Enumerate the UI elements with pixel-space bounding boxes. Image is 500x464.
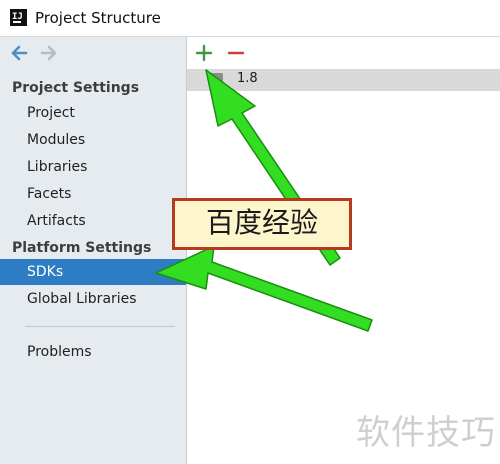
window-titlebar: IJ Project Structure (0, 0, 500, 37)
jdk-folder-icon (209, 73, 223, 87)
back-arrow-icon[interactable] (8, 42, 30, 64)
project-settings-header: Project Settings (12, 80, 140, 96)
annotation-callout: 百度经验 (172, 198, 352, 250)
sidebar-divider (25, 326, 175, 327)
sidebar-item-libraries[interactable]: Libraries (0, 154, 186, 180)
watermark: 软件技巧 (356, 413, 496, 453)
sdk-toolbar (187, 37, 500, 69)
sidebar-item-sdks[interactable]: SDKs (0, 259, 186, 285)
sidebar-item-problems[interactable]: Problems (0, 339, 186, 365)
sidebar-item-artifacts[interactable]: Artifacts (0, 208, 186, 234)
sidebar: Project Settings Project Modules Librari… (0, 37, 187, 464)
sdk-name: 1.8 (237, 71, 258, 86)
sidebar-item-modules[interactable]: Modules (0, 127, 186, 153)
minus-icon[interactable] (225, 42, 247, 64)
plus-icon[interactable] (193, 42, 215, 64)
window-title: Project Structure (35, 9, 161, 27)
sdk-list-row[interactable]: 1.8 (187, 69, 500, 91)
sdk-panel: 1.8 (187, 37, 500, 464)
intellij-logo-icon: IJ (10, 9, 27, 26)
sidebar-item-facets[interactable]: Facets (0, 181, 186, 207)
platform-settings-header: Platform Settings (12, 240, 152, 256)
sidebar-item-global-libraries[interactable]: Global Libraries (0, 286, 186, 312)
sidebar-item-project[interactable]: Project (0, 100, 186, 126)
forward-arrow-icon[interactable] (38, 42, 60, 64)
